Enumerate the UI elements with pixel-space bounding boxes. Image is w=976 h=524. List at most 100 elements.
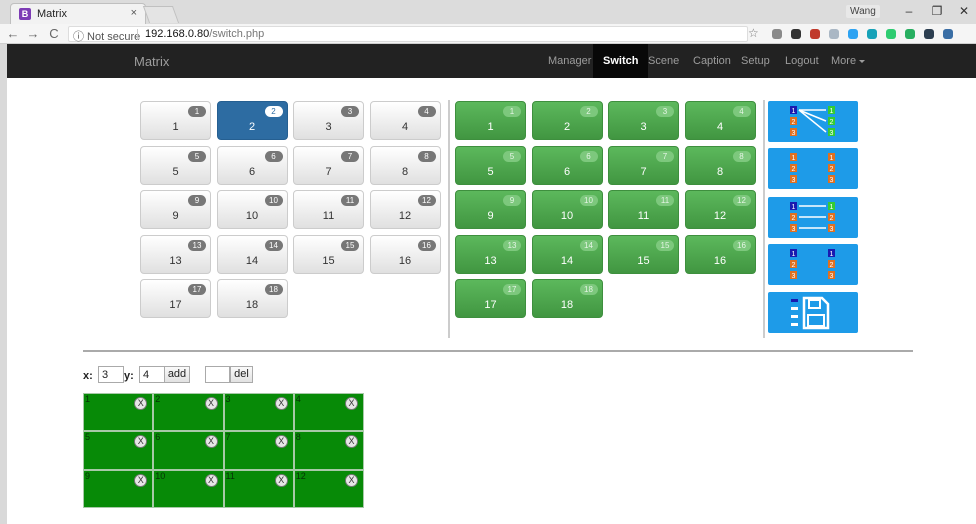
back-icon[interactable]: ← <box>6 26 20 41</box>
del-button[interactable]: del <box>230 366 253 383</box>
wall-cell[interactable]: 2X <box>153 393 224 432</box>
input-button-5[interactable]: 55 <box>140 145 211 185</box>
extension-icon[interactable] <box>905 29 915 39</box>
add-button[interactable]: add <box>164 366 190 383</box>
input-button-11[interactable]: 11 11 <box>293 190 364 230</box>
remove-cell-icon[interactable]: X <box>345 435 358 449</box>
preset-list-button[interactable]: 1 2 3 1 2 3 <box>768 244 858 285</box>
wall-cell[interactable]: 3X <box>223 393 294 432</box>
input-button-3[interactable]: 33 <box>293 101 364 140</box>
save-preset-button[interactable] <box>768 292 858 333</box>
input-button-4[interactable]: 44 <box>369 101 441 140</box>
wall-cell[interactable]: 8X <box>293 431 364 470</box>
wall-cell[interactable]: 5X <box>83 431 154 470</box>
output-button-6[interactable]: 66 <box>531 145 603 185</box>
wall-cell[interactable]: 11 X <box>223 469 294 508</box>
restore-icon[interactable]: ❐ <box>930 4 944 18</box>
output-button-14[interactable]: 14 14 <box>531 234 603 274</box>
preset-fanout-button[interactable]: 1 2 3 1 2 3 <box>768 101 858 142</box>
remove-cell-icon[interactable]: X <box>345 473 358 487</box>
output-button-13[interactable]: 13 13 <box>455 234 526 274</box>
input-button-2[interactable]: 22 <box>216 101 288 140</box>
remove-cell-icon[interactable]: X <box>134 435 148 449</box>
nav-setup[interactable]: Setup <box>731 44 780 78</box>
address-bar[interactable]: ⓘ Not secure 192.168.0.80/switch.php <box>68 26 748 44</box>
extension-icon[interactable] <box>943 29 953 39</box>
preset-straight-button[interactable]: 1 2 3 1 2 3 <box>768 197 858 238</box>
browser-tab[interactable]: B Matrix × <box>10 3 146 24</box>
input-button-16[interactable]: 16 16 <box>369 234 441 274</box>
input-button-9[interactable]: 99 <box>140 190 211 230</box>
extension-icon[interactable] <box>772 29 782 39</box>
input-button-12[interactable]: 12 12 <box>369 190 441 230</box>
output-button-4[interactable]: 44 <box>684 101 756 140</box>
remove-cell-icon[interactable]: X <box>134 473 148 487</box>
new-tab-button[interactable] <box>142 6 180 23</box>
del-input[interactable] <box>205 366 230 383</box>
input-button-15[interactable]: 15 15 <box>293 234 364 274</box>
close-window-icon[interactable]: ✕ <box>957 4 971 18</box>
output-button-2[interactable]: 22 <box>531 101 603 140</box>
input-button-14[interactable]: 14 14 <box>216 234 288 274</box>
output-button-15[interactable]: 15 15 <box>608 234 679 274</box>
remove-cell-icon[interactable]: X <box>274 473 288 487</box>
output-button-12[interactable]: 12 12 <box>684 190 756 230</box>
y-input[interactable] <box>139 366 165 383</box>
wall-cell[interactable]: 6X <box>153 431 224 470</box>
extension-icon[interactable] <box>829 29 839 39</box>
security-indicator[interactable]: ⓘ Not secure <box>73 28 140 44</box>
input-button-18[interactable]: 18 18 <box>216 279 288 319</box>
minimize-icon[interactable]: – <box>902 4 916 18</box>
preset-grid-button[interactable]: 1 2 3 1 2 3 <box>768 148 858 189</box>
output-button-5[interactable]: 55 <box>455 145 526 185</box>
wall-cell[interactable]: 9X <box>83 469 154 508</box>
wall-cell[interactable]: 10 X <box>153 469 224 508</box>
wall-cell[interactable]: 7X <box>223 431 294 470</box>
remove-cell-icon[interactable]: X <box>274 435 288 449</box>
input-button-6[interactable]: 66 <box>216 145 288 185</box>
extension-icon[interactable] <box>924 29 934 39</box>
extension-icon[interactable] <box>867 29 877 39</box>
reload-icon[interactable]: C <box>47 26 61 41</box>
extension-icon[interactable] <box>848 29 858 39</box>
input-button-7[interactable]: 77 <box>293 145 364 185</box>
remove-cell-icon[interactable]: X <box>204 397 218 410</box>
output-button-11[interactable]: 11 11 <box>608 190 679 230</box>
output-button-18[interactable]: 18 18 <box>531 279 603 319</box>
remove-cell-icon[interactable]: X <box>204 473 218 487</box>
forward-icon[interactable]: → <box>26 26 40 41</box>
output-button-badge: 11 <box>656 195 674 207</box>
output-button-17[interactable]: 17 17 <box>455 279 526 319</box>
output-button-8[interactable]: 88 <box>684 145 756 185</box>
nav-more[interactable]: More <box>821 44 875 78</box>
output-button-7[interactable]: 77 <box>608 145 679 185</box>
output-button-9[interactable]: 99 <box>455 190 526 230</box>
output-button-10[interactable]: 10 10 <box>531 190 603 230</box>
output-button-1[interactable]: 11 <box>455 101 526 140</box>
wall-cell[interactable]: 4X <box>293 393 364 432</box>
remove-cell-icon[interactable]: X <box>204 435 218 449</box>
input-button-17[interactable]: 17 17 <box>140 279 211 319</box>
input-button-8[interactable]: 88 <box>369 145 441 185</box>
remove-cell-icon[interactable]: X <box>345 397 358 410</box>
input-button-1[interactable]: 11 <box>140 101 211 140</box>
extension-icon[interactable] <box>810 29 820 39</box>
extension-icon[interactable] <box>791 29 801 39</box>
remove-cell-icon[interactable]: X <box>134 397 148 410</box>
input-button-label: 18 <box>245 299 259 312</box>
input-button-10[interactable]: 10 10 <box>216 190 288 230</box>
input-button-13[interactable]: 13 13 <box>140 234 211 274</box>
extension-icon[interactable] <box>886 29 896 39</box>
tab-close-icon[interactable]: × <box>131 7 137 19</box>
profile-badge[interactable]: Wang <box>846 5 880 18</box>
brand-logo[interactable]: Matrix <box>134 54 169 69</box>
remove-cell-icon[interactable]: X <box>274 397 288 410</box>
nav-scene[interactable]: Scene <box>638 44 689 78</box>
x-input[interactable] <box>98 366 124 383</box>
bookmark-star-icon[interactable]: ☆ <box>748 26 759 40</box>
wall-cell[interactable]: 1X <box>83 393 154 432</box>
output-button-3[interactable]: 33 <box>608 101 679 140</box>
output-button-16[interactable]: 16 16 <box>684 234 756 274</box>
nav-manager[interactable]: Manager <box>538 44 601 78</box>
wall-cell[interactable]: 12 X <box>293 469 364 508</box>
